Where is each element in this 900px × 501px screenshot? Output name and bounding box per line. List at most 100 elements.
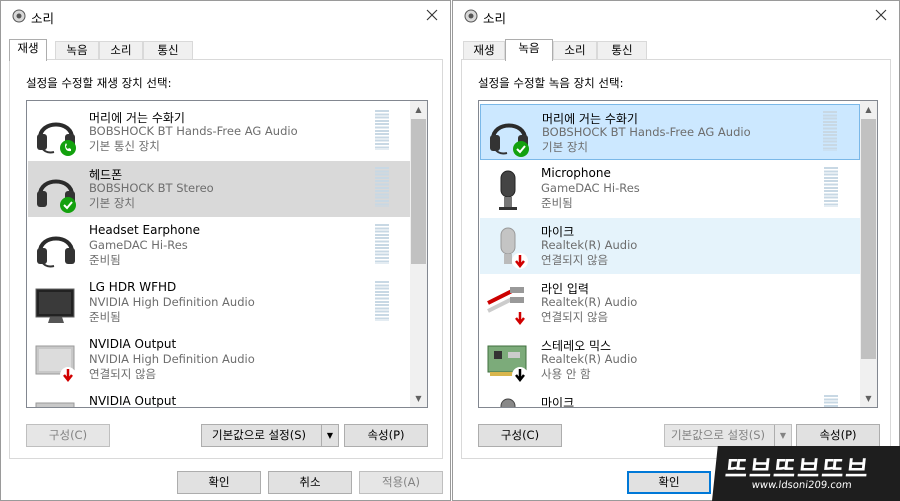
level-meter xyxy=(375,281,389,321)
device-item[interactable]: LG HDR WFHD NVIDIA High Definition Audio… xyxy=(28,275,411,331)
device-status: 준비됨 xyxy=(89,253,121,267)
instruction-label: 설정을 수정할 재생 장치 선택: xyxy=(26,76,172,90)
device-driver: NVIDIA High Definition Audio xyxy=(89,295,255,309)
ok-button[interactable]: 확인 xyxy=(177,471,261,494)
monitor-gray-icon xyxy=(35,402,75,407)
properties-button[interactable]: 속성(P) xyxy=(344,424,428,447)
set-default-button[interactable]: 기본값으로 설정(S) ▼ xyxy=(201,424,339,447)
tab-playback[interactable]: 재생 xyxy=(9,39,47,61)
tab-sounds[interactable]: 소리 xyxy=(553,41,597,60)
window-title: 소리 xyxy=(31,11,55,26)
microphone-icon xyxy=(499,170,517,210)
scroll-thumb[interactable] xyxy=(411,119,426,264)
headset-icon xyxy=(37,236,75,268)
device-status: 연결되지 않음 xyxy=(541,253,609,267)
scroll-up-icon[interactable]: ▲ xyxy=(860,101,877,118)
scrollbar[interactable]: ▲ ▼ xyxy=(860,101,877,407)
properties-button[interactable]: 속성(P) xyxy=(796,424,880,447)
title-bar: 소리 xyxy=(1,1,450,31)
level-meter xyxy=(375,110,389,150)
device-item[interactable]: 라인 입력 Realtek(R) Audio 연결되지 않음 xyxy=(480,275,860,331)
title-bar: 소리 xyxy=(453,1,899,31)
device-driver: GameDAC Hi-Res xyxy=(541,181,640,195)
tab-recording[interactable]: 녹음 xyxy=(55,41,99,60)
set-default-button[interactable]: 기본값으로 설정(S) ▼ xyxy=(664,424,792,447)
device-item[interactable]: 스테레오 믹스 Realtek(R) Audio 사용 안 함 xyxy=(480,332,860,388)
scrollbar[interactable]: ▲ ▼ xyxy=(410,101,427,407)
tab-playback[interactable]: 재생 xyxy=(463,41,505,60)
level-meter xyxy=(375,167,389,207)
device-name: Headset Earphone xyxy=(89,223,200,237)
device-driver: BOBSHOCK BT Hands-Free AG Audio xyxy=(542,125,751,139)
device-driver: GameDAC Hi-Res xyxy=(89,238,188,252)
chevron-down-icon[interactable]: ▼ xyxy=(774,425,791,446)
tab-sounds[interactable]: 소리 xyxy=(99,41,143,60)
device-status: 준비됨 xyxy=(541,196,573,210)
headset-icon xyxy=(37,122,76,156)
device-status: 기본 통신 장치 xyxy=(89,139,160,153)
level-meter xyxy=(823,111,837,151)
configure-button[interactable]: 구성(C) xyxy=(26,424,110,447)
close-icon[interactable] xyxy=(873,7,889,23)
device-status: 기본 장치 xyxy=(542,140,588,154)
device-name: LG HDR WFHD xyxy=(89,280,177,294)
tab-communications[interactable]: 통신 xyxy=(597,41,647,60)
device-name: NVIDIA Output xyxy=(89,394,177,408)
chevron-down-icon[interactable]: ▼ xyxy=(321,425,338,446)
device-item[interactable]: 마이크 xyxy=(480,389,860,408)
microphone-gray-icon xyxy=(500,227,528,269)
headset-icon xyxy=(37,179,76,213)
tab-panel: 설정을 수정할 녹음 장치 선택: 머리에 거는 수화기 BOBSHOCK BT… xyxy=(461,59,891,459)
device-item[interactable]: NVIDIA Output xyxy=(28,389,411,408)
device-status: 기본 장치 xyxy=(89,196,135,210)
device-item[interactable]: Headset Earphone GameDAC Hi-Res 준비됨 xyxy=(28,218,411,274)
monitor-icon xyxy=(35,288,75,323)
device-item[interactable]: 마이크 Realtek(R) Audio 연결되지 않음 xyxy=(480,218,860,274)
device-status: 사용 안 함 xyxy=(541,367,591,381)
device-item[interactable]: NVIDIA Output NVIDIA High Definition Aud… xyxy=(28,332,411,388)
rca-cable-icon xyxy=(487,287,528,326)
tab-recording[interactable]: 녹음 xyxy=(505,39,553,61)
instruction-label: 설정을 수정할 녹음 장치 선택: xyxy=(478,76,624,90)
ok-button[interactable]: 확인 xyxy=(627,471,711,494)
device-driver: NVIDIA High Definition Audio xyxy=(89,352,255,366)
watermark-url: www.ldsoni209.com xyxy=(751,480,853,491)
sound-dialog-recording: 소리 재생 녹음 소리 통신 설정을 수정할 녹음 장치 선택: 머리에 거는 … xyxy=(452,0,900,501)
monitor-gray-icon xyxy=(35,345,76,383)
device-item-selected[interactable]: 헤드폰 BOBSHOCK BT Stereo 기본 장치 xyxy=(28,161,411,217)
device-driver: Realtek(R) Audio xyxy=(541,238,638,252)
circuit-board-icon xyxy=(487,345,528,383)
close-icon[interactable] xyxy=(424,7,440,23)
level-meter xyxy=(375,224,389,264)
device-item[interactable]: 머리에 거는 수화기 BOBSHOCK BT Hands-Free AG Aud… xyxy=(28,104,411,160)
scroll-down-icon[interactable]: ▼ xyxy=(860,390,877,407)
cancel-button[interactable]: 취소 xyxy=(268,471,352,494)
device-status: 연결되지 않음 xyxy=(541,310,609,324)
device-name: NVIDIA Output xyxy=(89,337,177,351)
device-driver: BOBSHOCK BT Hands-Free AG Audio xyxy=(89,124,298,138)
device-list[interactable]: 머리에 거는 수화기 BOBSHOCK BT Hands-Free AG Aud… xyxy=(26,100,428,408)
microphone-icon xyxy=(500,398,516,407)
watermark-text: 뜨브뜨브뜨브 xyxy=(723,455,872,483)
speaker-app-icon xyxy=(464,9,478,23)
scroll-down-icon[interactable]: ▼ xyxy=(410,390,427,407)
device-item[interactable]: Microphone GameDAC Hi-Res 준비됨 xyxy=(480,161,860,217)
scroll-up-icon[interactable]: ▲ xyxy=(410,101,427,118)
device-name: Microphone xyxy=(541,166,611,180)
level-meter xyxy=(824,395,838,407)
tab-panel: 설정을 수정할 재생 장치 선택: 머리에 거는 수화기 BOBSHOCK BT… xyxy=(9,59,443,459)
set-default-label: 기본값으로 설정(S) xyxy=(671,428,765,442)
device-driver: Realtek(R) Audio xyxy=(541,295,638,309)
device-list[interactable]: 머리에 거는 수화기 BOBSHOCK BT Hands-Free AG Aud… xyxy=(478,100,878,408)
scroll-thumb[interactable] xyxy=(861,119,876,359)
device-status: 준비됨 xyxy=(89,310,121,324)
device-item-selected[interactable]: 머리에 거는 수화기 BOBSHOCK BT Hands-Free AG Aud… xyxy=(480,104,860,160)
configure-button[interactable]: 구성(C) xyxy=(478,424,562,447)
watermark-logo: 뜨브뜨브뜨브 www.ldsoni209.com xyxy=(712,446,900,501)
device-name: 마이크 xyxy=(541,396,575,408)
level-meter xyxy=(824,167,838,207)
apply-button[interactable]: 적용(A) xyxy=(359,471,443,494)
tab-communications[interactable]: 통신 xyxy=(143,41,193,60)
device-driver: Realtek(R) Audio xyxy=(541,352,638,366)
device-driver: BOBSHOCK BT Stereo xyxy=(89,181,214,195)
